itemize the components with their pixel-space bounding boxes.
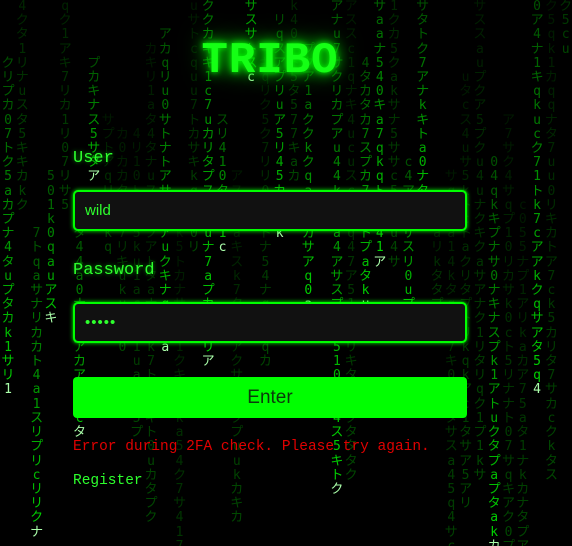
error-message: Error during 2FA check. Please try again… xyxy=(73,439,430,455)
app-title: TRIBO xyxy=(201,36,339,86)
rain-column: ク5qk1カqqナタ7uu0リキカトア7ck5カリタ7サカcクkタス xyxy=(544,0,558,483)
rain-column: ク5cu xyxy=(559,0,572,57)
enter-button[interactable]: Enter xyxy=(73,377,467,418)
user-label: User xyxy=(73,149,114,168)
login-screen: クリプカ07トク5aカプナ4タuプタカk1サリ1 4クタ1リナuスタ5キキカkク… xyxy=(0,0,572,546)
user-input[interactable] xyxy=(73,190,467,231)
password-label: Password xyxy=(73,261,155,280)
register-link[interactable]: Register xyxy=(73,473,143,489)
password-input[interactable] xyxy=(73,302,467,343)
